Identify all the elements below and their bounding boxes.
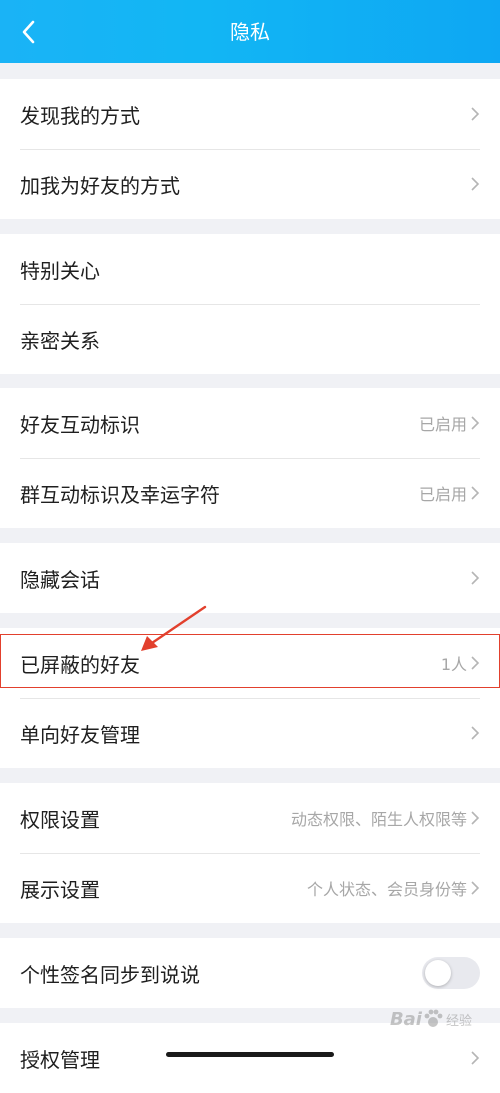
row-label: 好友互动标识: [20, 412, 140, 437]
row-value: 1人: [440, 655, 467, 674]
section-signature-sync: 个性签名同步到说说: [0, 938, 500, 1008]
row-label: 已屏蔽的好友: [20, 652, 140, 677]
row-add-friend-method[interactable]: 加我为好友的方式: [0, 149, 500, 219]
chevron-right-icon: [471, 881, 480, 895]
row-label: 发现我的方式: [20, 103, 140, 128]
navigation-bar: 隐私: [0, 0, 500, 63]
chevron-right-icon: [471, 1051, 480, 1065]
chevron-right-icon: [471, 416, 480, 430]
section-authorization: 授权管理: [0, 1023, 500, 1093]
section-permissions: 权限设置 动态权限、陌生人权限等 展示设置 个人状态、会员身份等: [0, 783, 500, 923]
section-relationships: 特别关心 亲密关系: [0, 234, 500, 374]
home-indicator: [166, 1052, 334, 1057]
chevron-right-icon: [471, 571, 480, 585]
row-label: 亲密关系: [20, 328, 100, 353]
row-blocked-friends[interactable]: 已屏蔽的好友 1人: [0, 628, 500, 698]
row-value: 个人状态、会员身份等: [306, 880, 467, 899]
row-group-interaction-mark[interactable]: 群互动标识及幸运字符 已启用: [0, 458, 500, 528]
row-label: 隐藏会话: [20, 567, 100, 592]
row-label: 个性签名同步到说说: [20, 962, 200, 987]
row-authorization-management[interactable]: 授权管理: [0, 1023, 500, 1093]
row-permission-settings[interactable]: 权限设置 动态权限、陌生人权限等: [0, 783, 500, 853]
chevron-right-icon: [471, 107, 480, 121]
row-signature-sync: 个性签名同步到说说: [0, 938, 500, 1008]
row-hidden-chats[interactable]: 隐藏会话: [0, 543, 500, 613]
row-label: 特别关心: [20, 258, 100, 283]
chevron-right-icon: [471, 177, 480, 191]
section-discovery: 发现我的方式 加我为好友的方式: [0, 79, 500, 219]
row-one-way-friends[interactable]: 单向好友管理: [0, 698, 500, 768]
section-blocked: 已屏蔽的好友 1人 单向好友管理: [0, 628, 500, 768]
section-interaction-marks: 好友互动标识 已启用 群互动标识及幸运字符 已启用: [0, 388, 500, 528]
chevron-right-icon: [471, 726, 480, 740]
toggle-knob: [425, 960, 451, 986]
chevron-right-icon: [471, 656, 480, 670]
row-value: 已启用: [418, 485, 467, 504]
signature-sync-toggle[interactable]: [422, 957, 480, 989]
row-label: 展示设置: [20, 877, 100, 902]
section-hidden-chats: 隐藏会话: [0, 543, 500, 613]
chevron-right-icon: [471, 486, 480, 500]
row-intimate-relation[interactable]: 亲密关系: [0, 304, 500, 374]
row-friend-interaction-mark[interactable]: 好友互动标识 已启用: [0, 388, 500, 458]
row-label: 单向好友管理: [20, 722, 140, 747]
page-title: 隐私: [230, 20, 270, 44]
row-label: 加我为好友的方式: [20, 173, 180, 198]
row-value: 动态权限、陌生人权限等: [290, 810, 467, 829]
row-discovery-method[interactable]: 发现我的方式: [0, 79, 500, 149]
row-special-care[interactable]: 特别关心: [0, 234, 500, 304]
row-value: 已启用: [418, 415, 467, 434]
chevron-right-icon: [471, 811, 480, 825]
row-label: 权限设置: [20, 807, 100, 832]
row-display-settings[interactable]: 展示设置 个人状态、会员身份等: [0, 853, 500, 923]
row-label: 群互动标识及幸运字符: [20, 482, 220, 507]
row-label: 授权管理: [20, 1047, 100, 1072]
